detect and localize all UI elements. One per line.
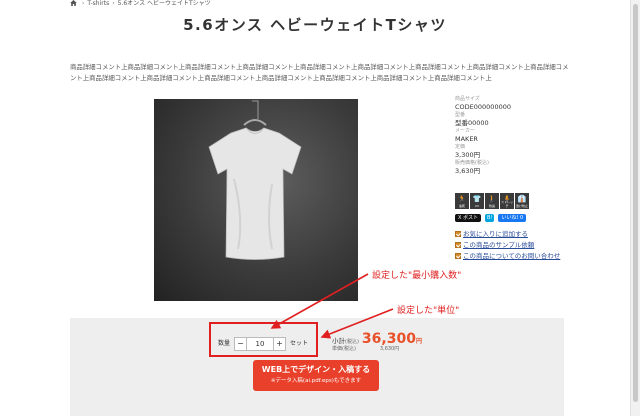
unit-price-value: 3,630円 bbox=[379, 346, 400, 352]
spec-model: 型番00000 bbox=[455, 119, 489, 127]
tshirt-image bbox=[208, 100, 302, 260]
page-title: 5.6オンス ヘビーウェイトTシャツ bbox=[183, 16, 447, 34]
person-icon: 🏃 bbox=[457, 195, 467, 203]
breadcrumb-category[interactable]: T-shirts bbox=[87, 0, 109, 7]
feature-icon-stretch: 🧍 ストレッチ bbox=[500, 193, 514, 209]
x-post-button[interactable]: X ポスト bbox=[455, 214, 482, 222]
feature-icon-deodorant: 🚶 防臭 bbox=[485, 193, 499, 209]
spec-maker: MAKER bbox=[455, 135, 478, 143]
subtotal-yen: 円 bbox=[415, 338, 422, 345]
person-icon: 🚶 bbox=[487, 195, 497, 203]
product-description: 商品詳細コメント上商品詳細コメント上商品詳細コメント上商品詳細コメント上商品詳細… bbox=[70, 63, 569, 82]
spec-sale-label: 販売価格(税込) bbox=[455, 160, 489, 166]
hatena-bookmark-button[interactable]: B! bbox=[485, 214, 495, 222]
annotation-min-quantity: 設定した"最小購入数" bbox=[372, 271, 462, 281]
breadcrumb-separator: › bbox=[82, 0, 85, 7]
design-submit-button[interactable]: WEB上でデザイン・入稿する ※データ入稿(ai.pdf.eps)もできます bbox=[253, 360, 379, 391]
cta-sub-label: ※データ入稿(ai.pdf.eps)もできます bbox=[270, 378, 362, 384]
spec-size-label: 商品サイズ bbox=[455, 96, 480, 102]
facebook-like-button[interactable]: いいね! 0 bbox=[498, 214, 527, 222]
cta-main-label: WEB上でデザイン・入稿する bbox=[261, 365, 371, 374]
favorite-link[interactable]: お気に入りに追加する bbox=[455, 229, 560, 240]
person-icon: 👕 bbox=[472, 195, 482, 203]
annotation-highlight-box bbox=[209, 322, 318, 357]
person-icon: 👔 bbox=[517, 195, 527, 203]
sample-request-link[interactable]: この商品のサンプル依頼 bbox=[455, 240, 560, 251]
breadcrumb-current: 5.6オンス ヘビーウェイトTシャツ bbox=[117, 0, 211, 7]
inquiry-link[interactable]: この商品についてのお問い合わせ bbox=[455, 251, 560, 262]
product-image bbox=[154, 99, 358, 301]
feature-icons: 🏃 速乾 👕 UV 🚶 防臭 🧍 ストレッチ 👔 透け防止 bbox=[455, 193, 530, 212]
check-icon bbox=[455, 242, 461, 248]
feature-icon-quickdry: 🏃 速乾 bbox=[455, 193, 469, 209]
feature-icon-uv: 👕 UV bbox=[470, 193, 484, 209]
home-icon[interactable] bbox=[70, 0, 77, 6]
breadcrumb: › T-shirts › 5.6オンス ヘビーウェイトTシャツ bbox=[70, 0, 211, 8]
subtotal-label: 小計 bbox=[332, 337, 345, 345]
unit-price-label: 単価 bbox=[332, 346, 343, 352]
spec-maker-label: メーカー bbox=[455, 128, 476, 134]
check-icon bbox=[455, 231, 461, 237]
unit-price: 単価(税込) 3,630円 bbox=[332, 345, 399, 352]
social-buttons: X ポスト B! いいね! 0 bbox=[455, 214, 527, 223]
annotation-unit: 設定した"単位" bbox=[397, 306, 460, 316]
feature-icon-nosee: 👔 透け防止 bbox=[515, 193, 529, 209]
spec-price-label: 定価 bbox=[455, 144, 466, 150]
breadcrumb-separator: › bbox=[112, 0, 115, 7]
spec-code: CODE000000000 bbox=[455, 103, 511, 111]
spec-price: 3,300円 bbox=[455, 151, 481, 159]
spec-model-label: 型番 bbox=[455, 112, 466, 118]
page-scrollbar[interactable] bbox=[630, 0, 640, 416]
scrollbar-thumb[interactable] bbox=[633, 4, 638, 402]
spec-panel: 商品サイズ CODE000000000 型番 型番00000 メーカー MAKE… bbox=[455, 96, 565, 176]
spec-sale-price: 3,630円 bbox=[455, 167, 481, 175]
product-links: お気に入りに追加する この商品のサンプル依頼 この商品についてのお問い合わせ bbox=[455, 229, 560, 262]
check-icon bbox=[455, 253, 461, 259]
unit-price-tax-note: (税込) bbox=[342, 346, 356, 352]
